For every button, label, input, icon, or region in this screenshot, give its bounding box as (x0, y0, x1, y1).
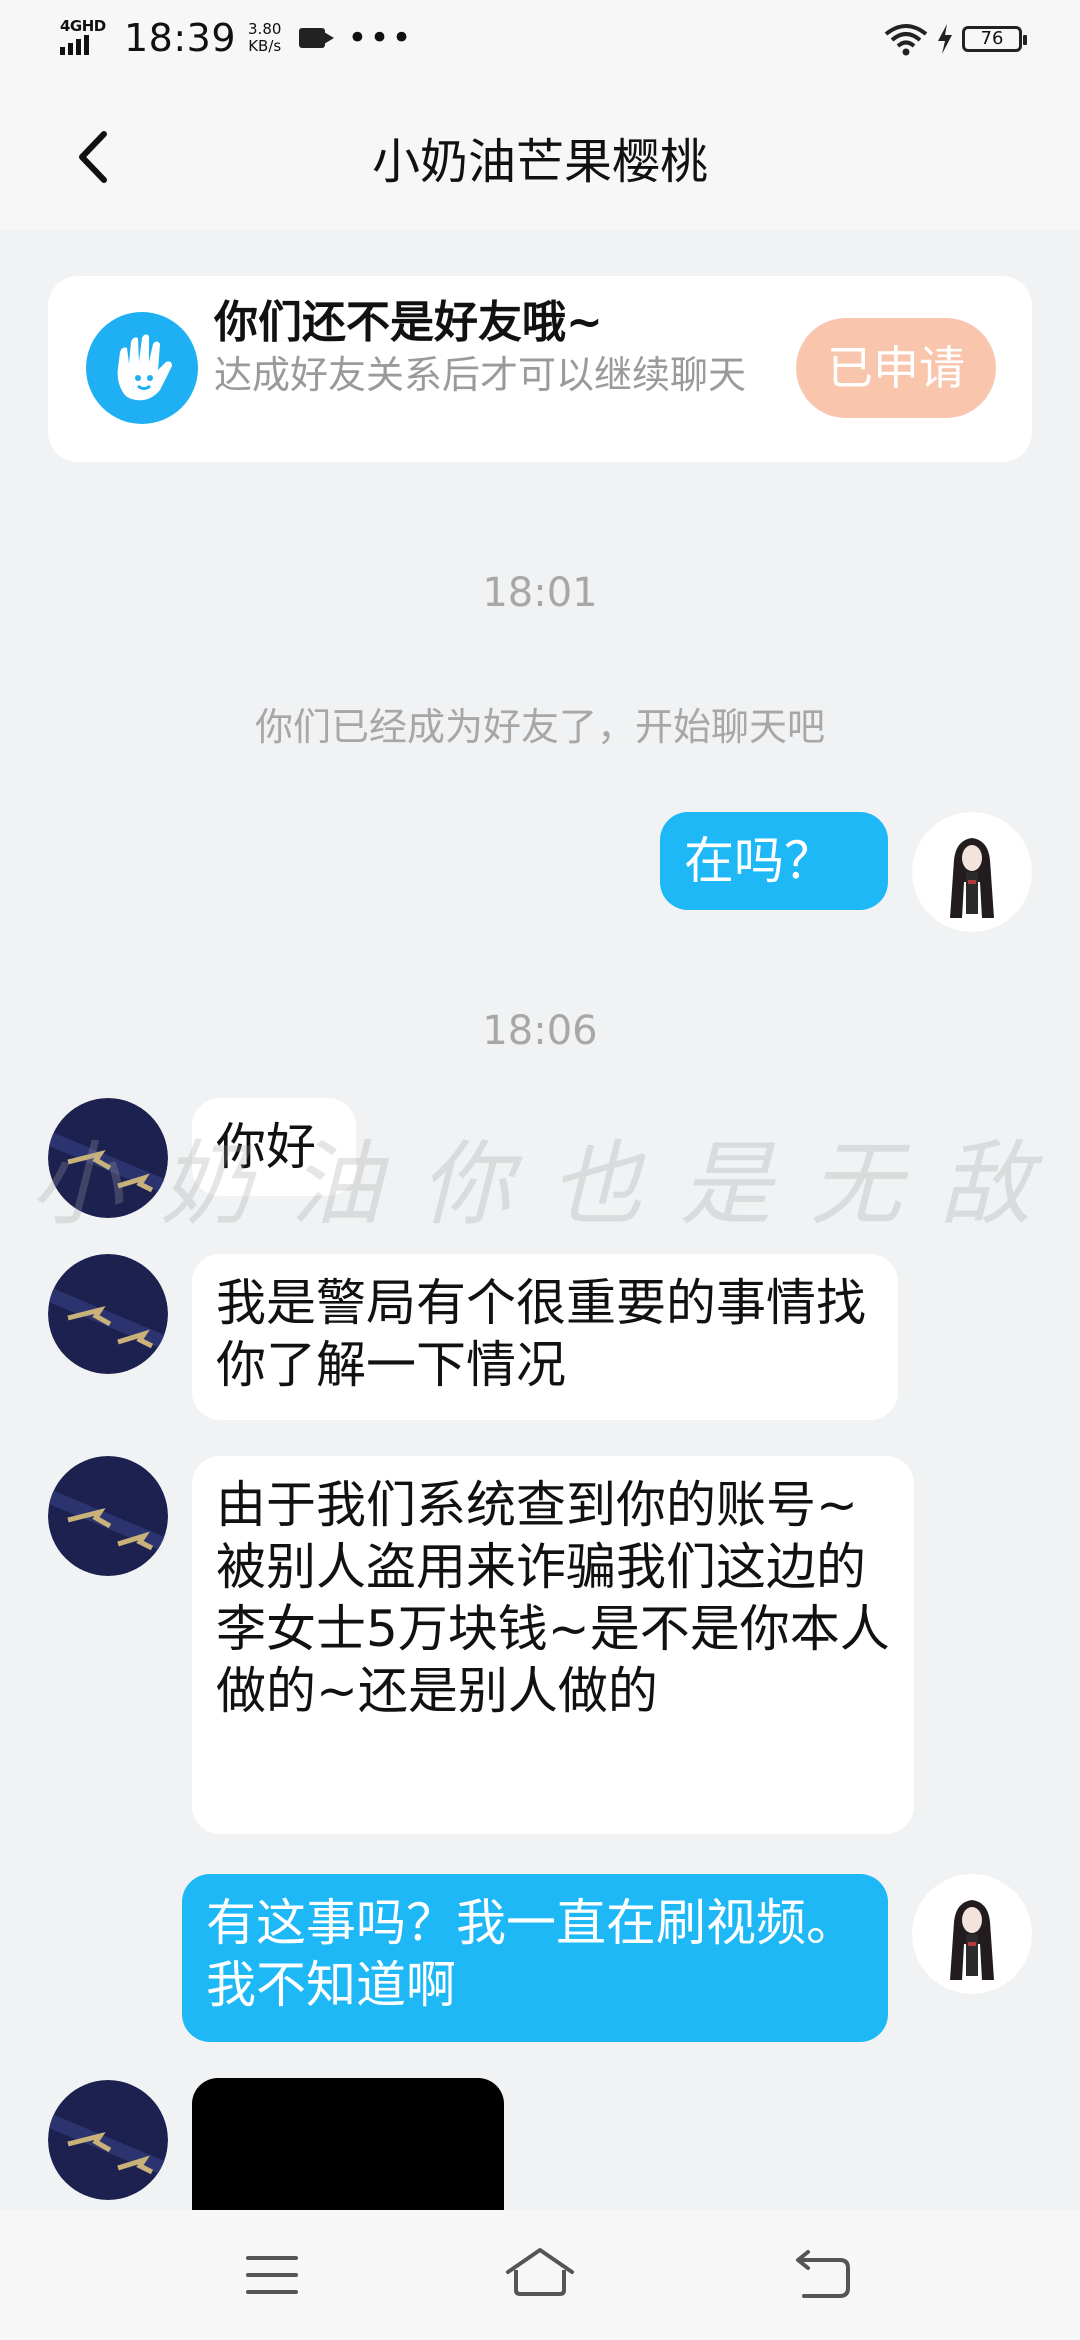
navigation-bar (0, 2210, 1080, 2340)
menu-button[interactable] (232, 2240, 312, 2310)
video-icon (299, 28, 335, 48)
applied-button[interactable]: 已申请 (796, 318, 996, 418)
back-icon (796, 2250, 850, 2298)
timestamp: 18:01 (482, 570, 598, 616)
my-avatar[interactable] (912, 1874, 1032, 1994)
chat-header: 小奶油芒果樱桃 (0, 80, 1080, 230)
message-bubble-outgoing[interactable]: 有这事吗？我一直在刷视频。我不知道啊 (182, 1874, 888, 2042)
message-bubble-incoming[interactable]: 你好 (192, 1098, 356, 1196)
message-bubble-incoming[interactable]: 由于我们系统查到你的账号~被别人盗用来诈骗我们这边的李女士5万块钱~是不是你本人… (192, 1456, 914, 1834)
media-message[interactable] (192, 2078, 504, 2218)
contact-avatar[interactable] (48, 1098, 168, 1218)
network-speed-value: 3.80 (248, 20, 282, 38)
charging-icon (938, 24, 952, 54)
system-message: 你们已经成为好友了，开始聊天吧 (254, 705, 825, 749)
contact-avatar[interactable] (48, 1456, 168, 1576)
home-icon (506, 2248, 574, 2296)
friend-card-title: 你们还不是好友哦~ (214, 297, 603, 348)
my-avatar[interactable] (912, 812, 1032, 932)
signal-icon: 4GHD (58, 17, 108, 59)
more-notifications-icon: ••• (347, 18, 414, 58)
timestamp: 18:06 (482, 1008, 598, 1054)
wifi-icon (884, 24, 928, 56)
message-bubble-incoming[interactable]: 我是警局有个很重要的事情找你了解一下情况 (192, 1254, 898, 1420)
contact-avatar[interactable] (48, 1254, 168, 1374)
battery-icon: 76 (962, 26, 1027, 52)
battery-level: 76 (980, 28, 1004, 49)
network-type: 4GHD (60, 17, 106, 35)
friend-card-description: 达成好友关系后才可以继续聊天 (214, 353, 747, 397)
status-time: 18:39 (124, 16, 237, 60)
home-button[interactable] (500, 2240, 580, 2310)
contact-avatar[interactable] (48, 2080, 168, 2200)
status-bar: 4GHD 18:39 3.80 KB/s ••• 76 (0, 0, 1080, 80)
network-speed-unit: KB/s (248, 37, 282, 55)
page-title: 小奶油芒果樱桃 (371, 134, 708, 190)
message-bubble-outgoing[interactable]: 在吗？ (660, 812, 888, 910)
back-nav-button[interactable] (784, 2240, 864, 2310)
watermark: 小奶油你也是无敌了啊 (30, 1131, 1080, 1238)
friend-request-card: 你们还不是好友哦~ 达成好友关系后才可以继续聊天 已申请 (48, 276, 1032, 462)
network-speed: 3.80 KB/s (248, 21, 281, 55)
hand-icon (86, 312, 198, 424)
menu-icon (246, 2256, 298, 2294)
